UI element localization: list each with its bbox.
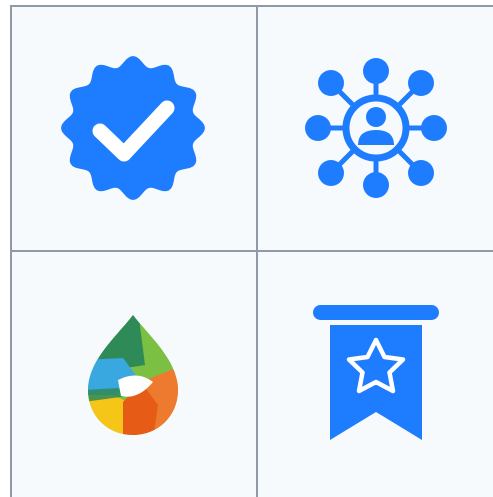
colorful-drop-icon: [83, 310, 183, 440]
star-bookmark-ribbon-icon: [306, 300, 446, 450]
user-network-icon: [301, 53, 451, 203]
cell-verified-badge: [10, 5, 256, 250]
cell-star-bookmark: [258, 252, 493, 497]
verified-badge-icon: [58, 53, 208, 203]
grid-line-horizontal: [10, 250, 493, 252]
cell-colorful-drop: [10, 252, 256, 497]
cell-user-network: [258, 5, 493, 250]
grid-border-top: [10, 5, 493, 7]
grid-border-left: [10, 5, 12, 497]
icon-grid: [10, 5, 493, 497]
